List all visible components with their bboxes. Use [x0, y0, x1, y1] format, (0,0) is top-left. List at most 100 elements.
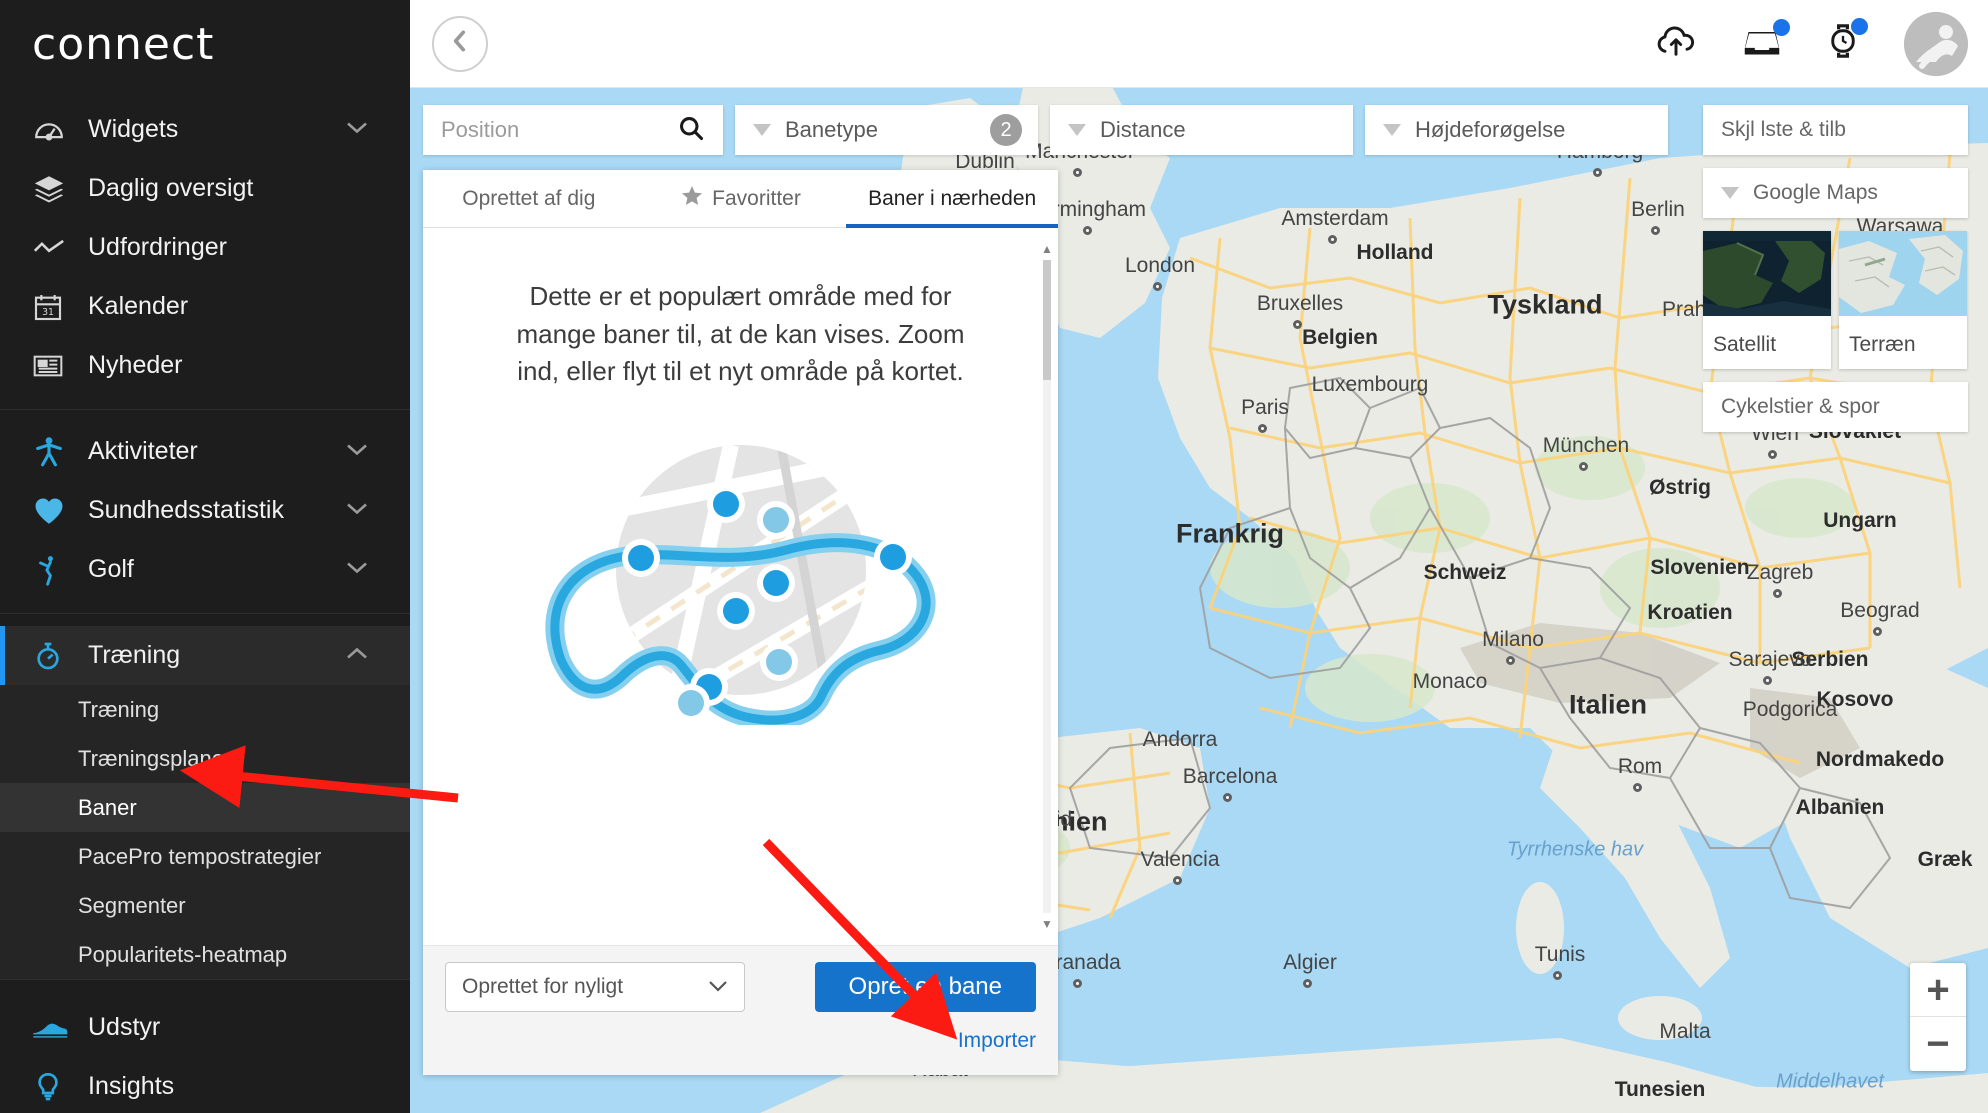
sidebar-subitem-pacepro[interactable]: PacePro tempostrategier [0, 832, 410, 881]
sidebar-item-kalender[interactable]: 31 Kalender [0, 277, 410, 336]
sidebar-subitem-traening[interactable]: Træning [0, 685, 410, 734]
map-city-dot [1579, 462, 1588, 471]
scrollbar-thumb[interactable] [1043, 260, 1051, 380]
create-course-button[interactable]: Opret en bane [814, 962, 1036, 1012]
chevron-down-icon [1721, 187, 1739, 199]
sidebar-item-insights[interactable]: Insights [0, 1057, 410, 1113]
sort-select[interactable]: Oprettet for nyligt [445, 962, 745, 1012]
distance-label: Distance [1100, 117, 1186, 142]
sidebar-item-label: Nyheder [88, 351, 183, 379]
layer-option-terraen[interactable]: Terræn [1839, 231, 1967, 369]
map-city-dot [1073, 979, 1082, 988]
banetype-filter[interactable]: Banetype 2 [735, 105, 1038, 155]
bike-paths-toggle[interactable]: Cykelstier & spor [1703, 382, 1968, 432]
shoe-icon [32, 1011, 76, 1045]
plus-icon: + [1926, 967, 1950, 1012]
golf-icon [32, 553, 76, 587]
device-badge [1851, 18, 1868, 35]
tab-oprettet-af-dig[interactable]: Oprettet af dig [423, 170, 635, 227]
map-provider-select[interactable]: Google Maps [1703, 168, 1968, 218]
map-city-dot [1073, 168, 1082, 177]
map-city-dot [1083, 226, 1092, 235]
news-icon [32, 349, 76, 383]
brand-logo[interactable]: connect [0, 0, 410, 88]
device-watch-icon[interactable] [1826, 18, 1868, 65]
user-avatar[interactable] [1904, 11, 1968, 76]
nav-group-1: Widgets Daglig oversigt Udfordringer 31 … [0, 88, 410, 410]
sidebar-item-udstyr[interactable]: Udstyr [0, 998, 410, 1057]
sidebar-item-traening[interactable]: Træning [0, 626, 410, 685]
sidebar-subitem-segmenter[interactable]: Segmenter [0, 881, 410, 930]
heart-icon [32, 494, 76, 528]
map-zoom-controls: + − [1910, 963, 1966, 1071]
map-city-dot [1506, 656, 1515, 665]
chevron-up-icon[interactable] [346, 646, 368, 665]
chevron-down-icon [753, 124, 771, 136]
gauge-icon [32, 113, 76, 147]
chevron-down-icon[interactable] [346, 442, 368, 461]
map-city-dot [1763, 676, 1772, 685]
nav-group-4: Udstyr Insights Rapporter [0, 980, 410, 1113]
hide-list-toggle[interactable]: Skjl lste & tilb [1703, 105, 1968, 155]
empty-state-message: Dette er et populært område med for mang… [516, 281, 965, 387]
subitem-label: Træning [78, 696, 160, 722]
map-provider-label: Google Maps [1753, 181, 1878, 204]
chevron-down-icon[interactable] [346, 501, 368, 520]
search-input[interactable] [441, 117, 677, 143]
scroll-up-arrow[interactable]: ▲ [1040, 242, 1054, 256]
svg-text:31: 31 [42, 307, 54, 318]
layers-icon [32, 172, 76, 206]
sidebar-item-label: Udfordringer [88, 233, 227, 261]
layer-option-satellit[interactable]: Satellit [1703, 231, 1831, 369]
terrain-thumbnail [1839, 231, 1967, 316]
sidebar-item-golf[interactable]: Golf [0, 540, 410, 599]
map-city-dot [1873, 627, 1882, 636]
tab-baner-i-naerheden[interactable]: Baner i nærheden [846, 170, 1058, 228]
sidebar-item-sundhedsstatistik[interactable]: Sundhedsstatistik [0, 481, 410, 540]
zoom-in-button[interactable]: + [1910, 963, 1966, 1017]
elevation-filter[interactable]: Højdeforøgelse [1365, 105, 1668, 155]
sidebar-item-aktiviteter[interactable]: Aktiviteter [0, 422, 410, 481]
sidebar-item-udfordringer[interactable]: Udfordringer [0, 218, 410, 277]
inbox-icon[interactable] [1742, 19, 1790, 64]
back-button[interactable] [432, 15, 488, 72]
chevron-down-icon[interactable] [346, 560, 368, 579]
sidebar-item-label: Aktiviteter [88, 437, 198, 465]
chevron-down-icon [1068, 124, 1086, 136]
sidebar-item-nyheder[interactable]: Nyheder [0, 336, 410, 395]
chevron-down-icon [708, 975, 728, 999]
sidebar-item-widgets[interactable]: Widgets [0, 100, 410, 159]
distance-filter[interactable]: Distance [1050, 105, 1353, 155]
nav-group-traening: Træning Træning Træningsplaner Baner Pac… [0, 614, 410, 980]
sort-value: Oprettet for nyligt [462, 975, 624, 998]
import-link[interactable]: Importer [958, 1029, 1036, 1053]
sidebar-item-label: Widgets [88, 115, 179, 143]
calendar-icon: 31 [32, 290, 76, 324]
subnav-traening: Træning Træningsplaner Baner PacePro tem… [0, 685, 410, 979]
bulb-icon [32, 1070, 76, 1104]
chevron-down-icon [1383, 124, 1401, 136]
panel-body: Dette er et populært område med for mang… [423, 228, 1058, 945]
cloud-upload-icon[interactable] [1654, 23, 1698, 64]
sidebar-subitem-traeningsplaner[interactable]: Træningsplaner [0, 734, 410, 783]
panel-scrollbar[interactable]: ▲ ▼ [1040, 242, 1054, 931]
satellite-thumbnail [1703, 231, 1831, 316]
tab-label: Favoritter [712, 186, 801, 210]
map-city-dot [1773, 589, 1782, 598]
subitem-label: Træningsplaner [78, 745, 232, 771]
tab-favoritter[interactable]: Favoritter [635, 170, 847, 227]
star-icon [680, 184, 704, 214]
sidebar-item-daglig-oversigt[interactable]: Daglig oversigt [0, 159, 410, 218]
sidebar-subitem-heatmap[interactable]: Popularitets-heatmap [0, 930, 410, 979]
panel-footer: Oprettet for nyligt Opret en bane Import… [423, 945, 1058, 1075]
sidebar-item-label: Golf [88, 555, 134, 583]
scroll-down-arrow[interactable]: ▼ [1040, 917, 1054, 931]
zoom-out-button[interactable]: − [1910, 1017, 1966, 1071]
map-city-dot [1293, 320, 1302, 329]
map-city-dot [1651, 226, 1660, 235]
sidebar-subitem-baner[interactable]: Baner [0, 783, 410, 832]
chevron-down-icon[interactable] [346, 120, 368, 139]
position-search-box[interactable] [423, 105, 723, 155]
elevation-label: Højdeforøgelse [1415, 117, 1566, 142]
search-icon[interactable] [677, 114, 705, 147]
